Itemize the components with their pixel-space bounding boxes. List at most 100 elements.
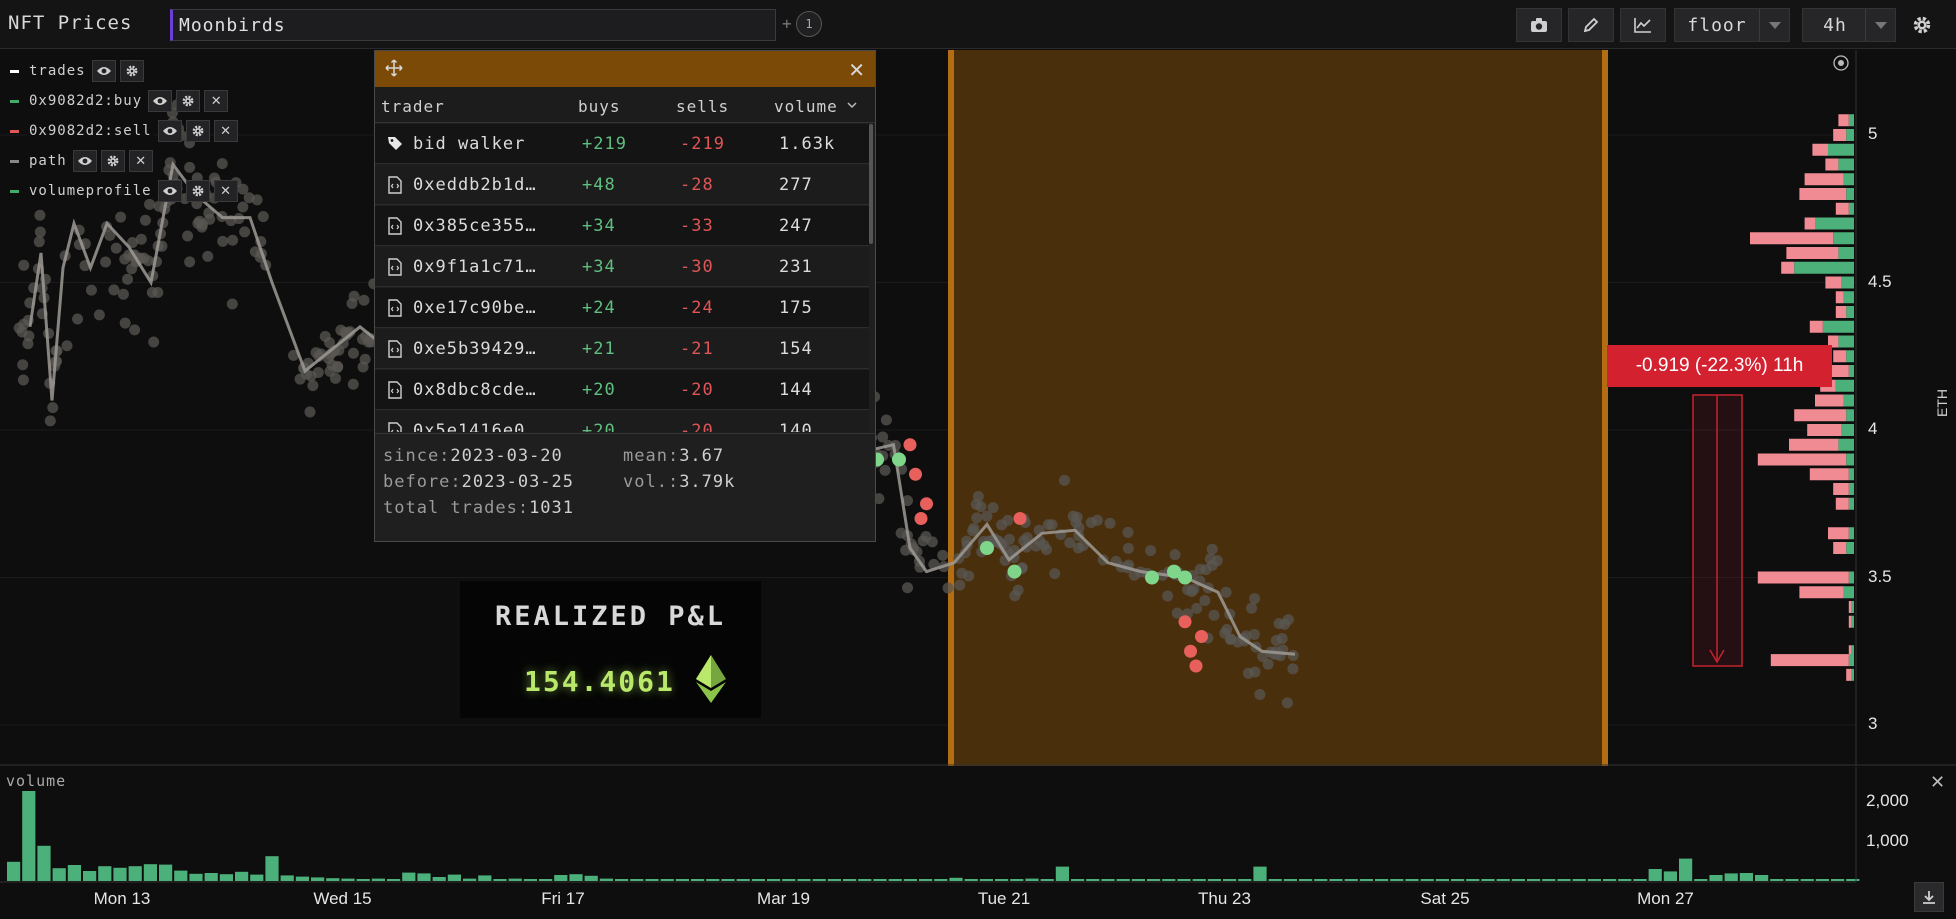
contract-icon [388, 217, 402, 235]
trader-row[interactable]: 0x5e1416e0… +20 -20 140 [375, 411, 869, 432]
eye-icon[interactable] [157, 180, 182, 202]
indicators-button[interactable] [1620, 8, 1666, 42]
trade-dot [117, 288, 129, 300]
range-end-handle[interactable] [1602, 50, 1608, 766]
volume-bar [888, 879, 902, 881]
gear-icon[interactable] [185, 180, 210, 202]
column-header-trader[interactable]: trader [381, 97, 445, 116]
trade-dot [954, 579, 966, 591]
move-icon[interactable] [385, 59, 403, 77]
volume-bar [83, 871, 97, 881]
eye-icon[interactable] [91, 60, 116, 82]
profile-buy-bar [1846, 129, 1854, 141]
volume-bar [1344, 879, 1358, 881]
trader-row[interactable]: 0xe17c90be… +24 -24 175 [375, 288, 869, 328]
trade-dot [972, 490, 984, 502]
trader-name[interactable]: 0xe5b39429… [413, 339, 537, 359]
price-axis-unit: ETH [1934, 389, 1950, 417]
buy-marker [1145, 570, 1159, 585]
column-header-sells[interactable]: sells [676, 97, 729, 116]
volume-bar [1527, 879, 1541, 881]
trader-name[interactable]: 0x5e1416e0… [413, 421, 537, 432]
close-icon[interactable]: ✕ [128, 150, 153, 172]
trade-dot [1262, 658, 1274, 670]
trader-row[interactable]: 0x8dbc8cde… +20 -20 144 [375, 370, 869, 410]
volume-bar [1071, 879, 1085, 881]
gear-icon[interactable] [185, 120, 210, 142]
collection-search-input[interactable]: Moonbirds [170, 9, 776, 41]
eye-icon[interactable] [148, 90, 173, 112]
settings-button[interactable] [1904, 8, 1940, 42]
metric-select[interactable]: floor [1674, 8, 1790, 42]
volume-bar [1724, 873, 1738, 881]
trader-name[interactable]: bid walker [413, 134, 525, 154]
trader-name[interactable]: 0xeddb2b1d… [413, 175, 537, 195]
trader-buys: +20 [582, 380, 616, 400]
realized-pnl-title: REALIZED P&L [494, 601, 727, 632]
contract-icon [388, 422, 402, 432]
trade-dot [139, 214, 151, 226]
legend-item[interactable]: path ✕ [10, 150, 153, 172]
trade-dot [310, 347, 322, 359]
screenshot-button[interactable] [1516, 8, 1562, 42]
eye-icon[interactable] [157, 120, 182, 142]
table-scrollbar[interactable] [869, 124, 873, 244]
profile-buy-bar [1815, 217, 1854, 230]
trader-name[interactable]: 0x9f1a1c71… [413, 257, 537, 277]
volume-bar [143, 864, 157, 881]
trader-row[interactable]: bid walker +219 -219 1.63k [375, 124, 869, 164]
legend-item[interactable]: trades [10, 60, 144, 82]
volume-bar [1299, 879, 1313, 881]
volume-bar [280, 875, 294, 881]
range-start-handle[interactable] [948, 50, 954, 766]
crosshair-target-icon[interactable] [1832, 54, 1850, 72]
sell-marker [1184, 644, 1197, 658]
gear-icon[interactable] [119, 60, 144, 82]
trader-name[interactable]: 0x8dbc8cde… [413, 380, 537, 400]
trader-row[interactable]: 0xe5b39429… +21 -21 154 [375, 329, 869, 369]
legend-item[interactable]: 0x9082d2:sell ✕ [10, 120, 238, 142]
profile-buy-bar [1848, 571, 1854, 584]
profile-buy-bar [1846, 188, 1854, 200]
download-button[interactable] [1914, 882, 1944, 912]
close-icon[interactable]: ✕ [848, 58, 865, 82]
profile-buy-bar [1851, 615, 1854, 628]
gear-icon[interactable] [100, 150, 125, 172]
trader-row[interactable]: 0x385ce355… +34 -33 247 [375, 206, 869, 246]
close-icon[interactable]: ✕ [204, 90, 229, 112]
close-icon[interactable]: ✕ [1930, 772, 1945, 793]
draw-button[interactable] [1568, 8, 1614, 42]
trader-row[interactable]: 0xeddb2b1d… +48 -28 277 [375, 165, 869, 205]
profile-sell-bar [1848, 615, 1852, 628]
trade-dot [330, 372, 342, 384]
chevron-down-icon[interactable] [1759, 9, 1789, 41]
legend-item[interactable]: 0x9082d2:buy ✕ [10, 90, 229, 112]
chevron-down-icon[interactable] [1865, 9, 1895, 41]
add-collection-icon[interactable]: + [782, 14, 792, 33]
collection-count-badge[interactable]: 1 [796, 11, 822, 37]
eye-icon[interactable] [72, 150, 97, 172]
close-icon[interactable]: ✕ [213, 120, 238, 142]
trader-name[interactable]: 0x385ce355… [413, 216, 537, 236]
sort-desc-icon[interactable] [847, 102, 857, 109]
trader-row[interactable]: 0x9f1a1c71… +34 -30 231 [375, 247, 869, 287]
column-header-volume[interactable]: volume [774, 97, 838, 116]
volume-bar [235, 871, 249, 881]
price-chart[interactable] [0, 50, 1956, 766]
trade-dot [33, 236, 45, 248]
close-icon[interactable]: ✕ [213, 180, 238, 202]
panel-drag-header[interactable]: ✕ [375, 51, 875, 87]
time-axis-tick: Wed 15 [313, 889, 372, 908]
trade-dot [61, 340, 73, 352]
interval-select[interactable]: 4h [1802, 8, 1896, 42]
column-header-buys[interactable]: buys [578, 97, 621, 116]
trader-panel: ✕ trader buys sells volume bid walker +21… [374, 50, 876, 542]
gear-icon[interactable] [176, 90, 201, 112]
profile-buy-bar [1846, 542, 1854, 554]
legend-item[interactable]: volumeprofile ✕ [10, 180, 238, 202]
profile-buy-bar [1838, 158, 1854, 171]
volume-bar [402, 872, 416, 881]
volume-bar [660, 879, 674, 881]
stat-volume: vol.:3.79k [623, 472, 736, 492]
trader-name[interactable]: 0xe17c90be… [413, 298, 537, 318]
